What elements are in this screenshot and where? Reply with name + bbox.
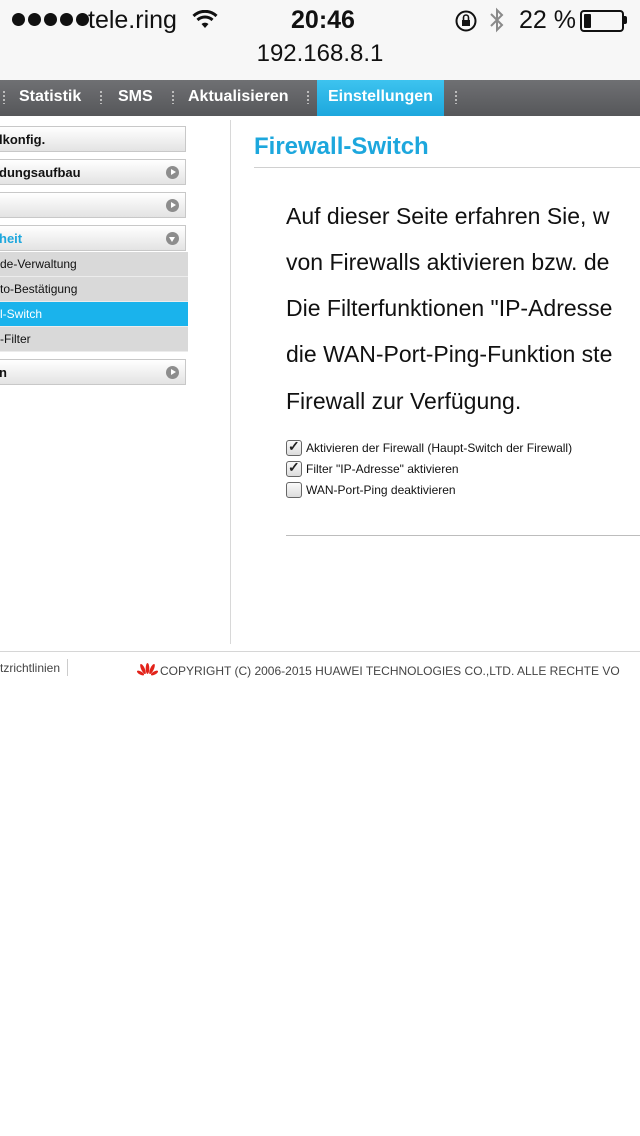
privacy-policy-link[interactable]: tzrichtlinien (0, 661, 60, 675)
option-label: Aktivieren der Firewall (Haupt-Switch de… (306, 441, 573, 455)
nav-sms[interactable]: SMS (118, 80, 153, 116)
nav-separator (3, 91, 5, 104)
nav-separator (307, 91, 309, 104)
option-wan-ping[interactable]: WAN-Port-Ping deaktivieren (286, 482, 456, 498)
sidebar-item-system[interactable]: n (0, 359, 186, 385)
address-bar[interactable]: 192.168.8.1 (0, 40, 640, 68)
sidebar-item-label: lkonfig. (0, 132, 46, 147)
option-ip-filter[interactable]: Filter "IP-Adresse" aktivieren (286, 459, 459, 477)
chevron-right-icon (166, 366, 179, 379)
option-label: Filter "IP-Adresse" aktivieren (306, 462, 459, 476)
sidebar-item-label: heit (0, 231, 23, 246)
sidebar-subitem-filter[interactable]: -Filter (0, 327, 188, 352)
sidebar-item-verbindungsaufbau[interactable]: dungsaufbau (0, 159, 186, 185)
chevron-right-icon (166, 199, 179, 212)
battery-tip (624, 16, 627, 24)
page-title: Firewall-Switch (254, 133, 429, 160)
battery-icon (580, 10, 624, 32)
huawei-logo-icon (136, 663, 159, 682)
title-divider (254, 167, 640, 168)
sidebar-item-sicherheit[interactable]: heit (0, 225, 186, 251)
description-line: Die Filterfunktionen "IP-Adresse (286, 295, 613, 321)
sidebar-item-label: dungsaufbau (0, 165, 81, 180)
footer-divider (0, 651, 640, 652)
footer-separator (67, 659, 68, 676)
sidebar-item-lokalkonfig[interactable]: lkonfig. (0, 126, 186, 152)
nav-separator (455, 91, 457, 104)
chevron-down-icon (166, 232, 179, 245)
nav-statistik[interactable]: Statistik (19, 80, 81, 116)
enable-firewall-checkbox[interactable] (286, 438, 302, 456)
option-enable-firewall[interactable]: Aktivieren der Firewall (Haupt-Switch de… (286, 438, 573, 456)
copyright-text: COPYRIGHT (C) 2006-2015 HUAWEI TECHNOLOG… (160, 664, 620, 678)
nav-einstellungen[interactable]: Einstellungen (317, 80, 444, 116)
description-line: von Firewalls aktivieren bzw. de (286, 249, 610, 275)
status-bar: tele.ring 20:46 22 % 192.168.8.1 (0, 0, 640, 80)
sidebar-subitem-firewall-switch[interactable]: l-Switch (0, 302, 188, 327)
main-nav: Statistik SMS Aktualisieren Einstellunge… (0, 80, 640, 116)
sidebar-subitem-bestaetigung[interactable]: to-Bestätigung (0, 277, 188, 302)
bluetooth-icon (488, 6, 506, 39)
content-divider (230, 120, 231, 644)
battery-percent: 22 % (519, 6, 576, 34)
orientation-lock-icon (454, 9, 478, 38)
option-label: WAN-Port-Ping deaktivieren (306, 483, 456, 497)
nav-separator (100, 91, 102, 104)
description-line: Firewall zur Verfügung. (286, 388, 522, 414)
nav-separator (172, 91, 174, 104)
nav-aktualisieren[interactable]: Aktualisieren (188, 80, 288, 116)
description-line: Auf dieser Seite erfahren Sie, w (286, 203, 610, 229)
sidebar-subitem-verwaltung[interactable]: de-Verwaltung (0, 252, 188, 277)
description-line: die WAN-Port-Ping-Funktion ste (286, 341, 613, 367)
wan-ping-checkbox[interactable] (286, 482, 302, 498)
chevron-right-icon (166, 166, 179, 179)
sidebar-item-unlabeled[interactable] (0, 192, 186, 218)
sidebar-item-label: n (0, 365, 7, 380)
form-divider (286, 535, 640, 536)
ip-filter-checkbox[interactable] (286, 459, 302, 477)
